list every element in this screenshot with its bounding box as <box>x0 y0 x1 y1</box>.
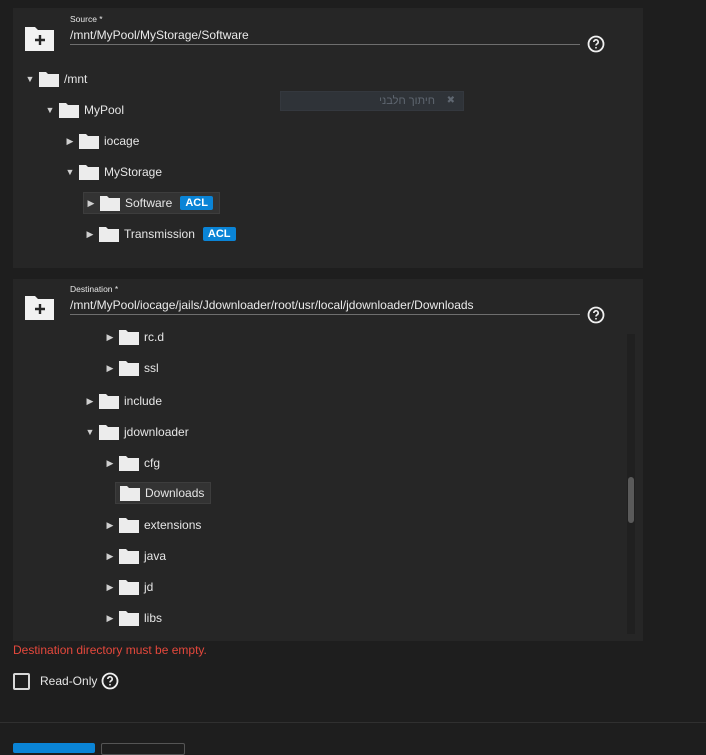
folder-icon <box>59 102 79 118</box>
tree-node-downloads[interactable]: Downloads <box>115 482 212 504</box>
expand-arrow-icon[interactable]: ▶ <box>103 520 117 531</box>
scrollbar-thumb[interactable] <box>628 477 634 523</box>
error-message: Destination directory must be empty. <box>13 643 207 657</box>
ghost-overlay: חיתוך חלבני ✖ <box>280 91 464 111</box>
tree-node-transmission[interactable]: ▶ Transmission ACL <box>83 224 236 244</box>
tree-node-label: /mnt <box>64 72 88 86</box>
submit-button[interactable] <box>13 743 95 753</box>
collapse-arrow-icon[interactable]: ▼ <box>63 167 77 177</box>
folder-icon <box>39 71 59 87</box>
tree-node-label: jdownloader <box>124 425 189 439</box>
tree-node-mypool[interactable]: ▼ MyPool <box>43 100 124 120</box>
tree-node-label: ssl <box>144 361 159 375</box>
folder-icon <box>79 133 99 149</box>
add-folder-icon[interactable] <box>23 23 57 53</box>
footer-divider <box>0 722 706 723</box>
tree-node-label: Software <box>125 196 173 210</box>
help-icon[interactable] <box>587 306 605 324</box>
expand-arrow-icon[interactable]: ▶ <box>103 613 117 624</box>
acl-badge: ACL <box>202 227 236 241</box>
folder-icon <box>119 610 139 626</box>
tree-node-label: libs <box>144 611 163 625</box>
help-icon[interactable] <box>587 35 605 53</box>
tree-node-jdownloader[interactable]: ▼ jdownloader <box>83 422 189 442</box>
tree-node-jd[interactable]: ▶ jd <box>103 577 153 597</box>
expand-arrow-icon[interactable]: ▶ <box>103 363 117 374</box>
tree-node-label: extensions <box>144 518 202 532</box>
expand-arrow-icon[interactable]: ▶ <box>103 458 117 469</box>
folder-icon <box>99 226 119 242</box>
help-icon[interactable] <box>101 672 119 690</box>
source-path-input[interactable]: /mnt/MyPool/MyStorage/Software <box>70 28 580 45</box>
expand-arrow-icon[interactable]: ▶ <box>83 396 97 407</box>
tree-node-include[interactable]: ▶ include <box>83 391 162 411</box>
folder-icon <box>119 517 139 533</box>
acl-badge: ACL <box>180 196 213 210</box>
folder-icon <box>79 164 99 180</box>
tree-node-software[interactable]: ▶ Software ACL <box>83 192 220 214</box>
tree-node-ssl[interactable]: ▶ ssl <box>103 358 159 378</box>
expand-arrow-icon[interactable]: ▶ <box>83 229 97 240</box>
expand-arrow-icon[interactable]: ▶ <box>103 582 117 593</box>
folder-icon <box>119 579 139 595</box>
tree-node-label: java <box>144 549 167 563</box>
tree-node-libs[interactable]: ▶ libs <box>103 608 162 628</box>
tree-node-label: iocage <box>104 134 140 148</box>
tree-node-label: include <box>124 394 163 408</box>
close-icon: ✖ <box>446 95 455 106</box>
add-folder-icon[interactable] <box>23 292 57 322</box>
tree-node-iocage[interactable]: ▶ iocage <box>63 131 139 151</box>
collapse-arrow-icon[interactable]: ▼ <box>23 74 37 84</box>
folder-icon <box>119 455 139 471</box>
tree-node-label: jd <box>144 580 154 594</box>
readonly-row: Read-Only <box>13 672 119 690</box>
folder-icon <box>99 393 119 409</box>
tree-node-label: Downloads <box>145 486 205 500</box>
destination-path-input[interactable]: /mnt/MyPool/iocage/jails/Jdownloader/roo… <box>70 298 580 315</box>
source-panel: Source * /mnt/MyPool/MyStorage/Software … <box>13 8 643 268</box>
folder-icon <box>119 360 139 376</box>
destination-panel: Destination * /mnt/MyPool/iocage/jails/J… <box>13 279 643 641</box>
tree-node-label: Transmission <box>124 227 195 241</box>
cancel-button[interactable] <box>101 743 185 755</box>
tree-node-mystorage[interactable]: ▼ MyStorage <box>63 162 162 182</box>
source-label: Source * <box>70 14 103 24</box>
expand-arrow-icon[interactable]: ▶ <box>103 551 117 562</box>
tree-node-extensions[interactable]: ▶ extensions <box>103 515 201 535</box>
folder-icon <box>119 548 139 564</box>
ghost-text: חיתוך חלבני <box>379 95 435 107</box>
tree-node-mnt[interactable]: ▼ /mnt <box>23 69 87 89</box>
readonly-label: Read-Only <box>40 674 98 688</box>
destination-label: Destination * <box>70 284 119 294</box>
expand-arrow-icon[interactable]: ▶ <box>84 198 98 209</box>
readonly-checkbox[interactable] <box>13 672 30 690</box>
tree-node-java[interactable]: ▶ java <box>103 546 166 566</box>
tree-node-cfg[interactable]: ▶ cfg <box>103 453 160 473</box>
tree-node-label: cfg <box>144 456 161 470</box>
expand-arrow-icon[interactable]: ▶ <box>103 332 117 343</box>
tree-node-label: rc.d <box>144 330 165 344</box>
folder-icon <box>100 195 120 211</box>
folder-icon <box>119 329 139 345</box>
collapse-arrow-icon[interactable]: ▼ <box>83 427 97 437</box>
folder-icon <box>99 424 119 440</box>
tree-node-rcd[interactable]: ▶ rc.d <box>103 327 164 347</box>
folder-icon <box>120 485 140 501</box>
tree-node-label: MyPool <box>84 103 125 117</box>
tree-scrollbar[interactable] <box>627 334 635 634</box>
collapse-arrow-icon[interactable]: ▼ <box>43 105 57 115</box>
expand-arrow-icon[interactable]: ▶ <box>63 136 77 147</box>
tree-node-label: MyStorage <box>104 165 163 179</box>
